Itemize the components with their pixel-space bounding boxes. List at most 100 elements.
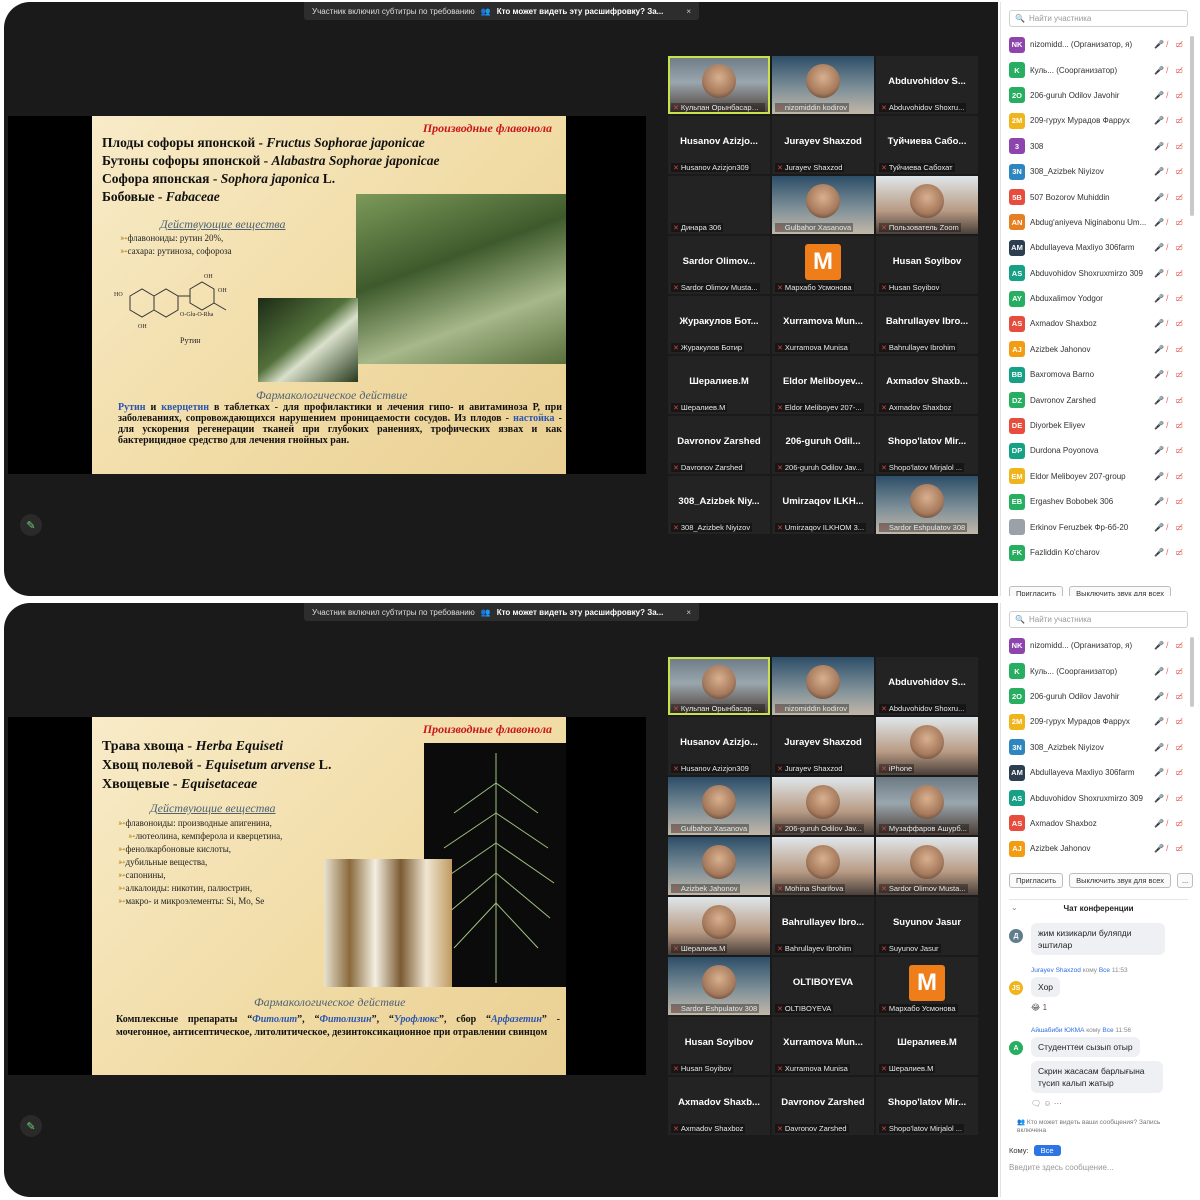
participant-row[interactable]: AS Abduvohidov Shoxruxmirzo 309 🎤̸ ▭̸ [1009, 785, 1186, 810]
participant-row[interactable]: 3N 308_Azizbek Niyizov 🎤̸ ▭̸ [1009, 735, 1186, 760]
mute-all-button[interactable]: Выключить звук для всех [1069, 586, 1171, 596]
video-tile[interactable]: Туйчиева Сабо... ✕ Туйчиева Сабохат [876, 116, 978, 174]
video-tile[interactable]: Suyunov Jasur ✕ Suyunov Jasur [876, 897, 978, 955]
video-tile[interactable]: Eldor Meliboyev... ✕ Eldor Meliboyev 207-.… [772, 356, 874, 414]
mic-camera-off-icon[interactable]: 🎤̸ ▭̸ [1154, 844, 1186, 853]
participant-row[interactable]: 2O 206-guruh Odilov Javohir 🎤̸ ▭̸ [1009, 83, 1186, 108]
video-tile[interactable]: ✕ nizomiddin kodirov [772, 56, 874, 114]
chat-message-actions[interactable]: 🗨 ☺ ⋯ [1031, 1099, 1062, 1108]
video-tile[interactable]: Шералиев.М ✕ Шералиев.М [668, 356, 770, 414]
participant-row[interactable]: EM Eldor Meliboyev 207-group 🎤̸ ▭̸ [1009, 464, 1186, 489]
who-can-see-link[interactable]: Кто может видеть эту расшифровку? За... [497, 608, 664, 617]
participant-row[interactable]: K Куль... (Соорганизатор) 🎤̸ ▭̸ [1009, 57, 1186, 82]
participant-row[interactable]: DE Diyorbek Eliyev 🎤̸ ▭̸ [1009, 413, 1186, 438]
annotate-pencil-icon[interactable]: ✎ [20, 514, 42, 536]
participant-row[interactable]: AM Abdullayeva Maxliyo 306farm 🎤̸ ▭̸ [1009, 760, 1186, 785]
participant-row[interactable]: NK nizomidd... (Организатор, я) 🎤̸ ▭̸ [1009, 633, 1186, 658]
mic-camera-off-icon[interactable]: 🎤̸ ▭̸ [1154, 345, 1186, 354]
video-tile[interactable]: Xurramova Mun... ✕ Xurramova Munisa [772, 296, 874, 354]
video-tile[interactable]: OLTIBOYEVA ✕ OLTIBOYEVA [772, 957, 874, 1015]
video-tile[interactable]: 206-guruh Odil... ✕ 206-guruh Odilov Jav..… [772, 416, 874, 474]
video-tile[interactable]: Shopo'latov Mir... ✕ Shopo'latov Mirjalol … [876, 1077, 978, 1135]
participant-row[interactable]: AM Abdullayeva Maxliyo 306farm 🎤̸ ▭̸ [1009, 235, 1186, 260]
mic-camera-off-icon[interactable]: 🎤̸ ▭̸ [1154, 193, 1186, 202]
mic-camera-off-icon[interactable]: 🎤̸ ▭̸ [1154, 641, 1186, 650]
mute-all-button[interactable]: Выключить звук для всех [1069, 873, 1171, 888]
mic-camera-off-icon[interactable]: 🎤̸ ▭̸ [1154, 794, 1186, 803]
chat-reaction[interactable]: 😂 1 [1031, 1003, 1047, 1012]
mic-camera-off-icon[interactable]: 🎤̸ ▭̸ [1154, 218, 1186, 227]
video-tile[interactable]: Abduvohidov S... ✕ Abduvohidov Shoxru... [876, 657, 978, 715]
participant-list-scrollbar[interactable] [1190, 637, 1194, 707]
mic-camera-off-icon[interactable]: 🎤̸ ▭̸ [1154, 243, 1186, 252]
video-tile[interactable]: ✕ Музаффаров Ашурб... [876, 777, 978, 835]
mic-camera-off-icon[interactable]: 🎤̸ ▭̸ [1154, 142, 1186, 151]
mic-camera-off-icon[interactable]: 🎤̸ ▭̸ [1154, 446, 1186, 455]
mic-camera-off-icon[interactable]: 🎤̸ ▭̸ [1154, 66, 1186, 75]
participant-row[interactable]: 2O 206-guruh Odilov Javohir 🎤̸ ▭̸ [1009, 684, 1186, 709]
mic-camera-off-icon[interactable]: 🎤̸ ▭̸ [1154, 768, 1186, 777]
mic-camera-off-icon[interactable]: 🎤̸ ▭̸ [1154, 40, 1186, 49]
mic-camera-off-icon[interactable]: 🎤̸ ▭̸ [1154, 294, 1186, 303]
participant-row[interactable]: 5B 507 Bozorov Muhiddin 🎤̸ ▭̸ [1009, 184, 1186, 209]
video-tile[interactable]: ✕ Sardor Olimov Musta... [876, 837, 978, 895]
video-tile[interactable]: Umirzaqov ILKH... ✕ Umirzaqov ILKHOM 3... [772, 476, 874, 534]
mic-camera-off-icon[interactable]: 🎤̸ ▭̸ [1154, 667, 1186, 676]
mic-camera-off-icon[interactable]: 🎤̸ ▭̸ [1154, 370, 1186, 379]
participant-row[interactable]: DP Durdona Poyonova 🎤̸ ▭̸ [1009, 438, 1186, 463]
participant-row[interactable]: AS Axmadov Shaxboz 🎤̸ ▭̸ [1009, 311, 1186, 336]
participant-row[interactable]: Erkinov Feruzbek Фр-6б-20 🎤̸ ▭̸ [1009, 514, 1186, 539]
participant-row[interactable]: 2M 209-гурух Мурадов Фаррух 🎤̸ ▭̸ [1009, 108, 1186, 133]
video-tile[interactable]: Shopo'latov Mir... ✕ Shopo'latov Mirjalol … [876, 416, 978, 474]
video-tile[interactable]: ✕ Gulbahor Xasanova [772, 176, 874, 234]
chevron-down-icon[interactable]: ⌄ [1011, 903, 1018, 912]
video-tile[interactable]: ✕ Кульпан Орынбасарова [668, 56, 770, 114]
video-tile[interactable]: ✕ Sardor Eshpulatov 308 [668, 957, 770, 1015]
more-options-button[interactable]: ... [1176, 873, 1194, 888]
video-tile[interactable]: Bahrullayev Ibro... ✕ Bahrullayev Ibrohim [876, 296, 978, 354]
video-tile[interactable]: Axmadov Shaxb... ✕ Axmadov Shaxboz [668, 1077, 770, 1135]
participant-list-scrollbar[interactable] [1190, 36, 1194, 216]
video-tile[interactable]: ✕ Шералиев.М [668, 897, 770, 955]
video-tile[interactable]: ✕ Mohina Sharifova [772, 837, 874, 895]
participant-row[interactable]: AS Axmadov Shaxboz 🎤̸ ▭̸ [1009, 811, 1186, 836]
participant-row[interactable]: AJ Azizbek Jahonov 🎤̸ ▭̸ [1009, 337, 1186, 362]
mic-camera-off-icon[interactable]: 🎤̸ ▭̸ [1154, 167, 1186, 176]
video-tile[interactable]: ✕ Кульпан Орынбасарова [668, 657, 770, 715]
video-tile[interactable]: ✕ Gulbahor Xasanova [668, 777, 770, 835]
participant-row[interactable]: DZ Davronov Zarshed 🎤̸ ▭̸ [1009, 387, 1186, 412]
video-tile[interactable]: Davronov Zarshed ✕ Davronov Zarshed [668, 416, 770, 474]
participant-row[interactable]: 3N 308_Azizbek Niyizov 🎤̸ ▭̸ [1009, 159, 1186, 184]
mic-camera-off-icon[interactable]: 🎤̸ ▭̸ [1154, 396, 1186, 405]
mic-camera-off-icon[interactable]: 🎤̸ ▭̸ [1154, 497, 1186, 506]
mic-camera-off-icon[interactable]: 🎤̸ ▭̸ [1154, 91, 1186, 100]
participant-search-input[interactable]: 🔍 Найти участника [1009, 10, 1188, 27]
mic-camera-off-icon[interactable]: 🎤̸ ▭̸ [1154, 319, 1186, 328]
video-tile[interactable]: Davronov Zarshed ✕ Davronov Zarshed [772, 1077, 874, 1135]
mic-camera-off-icon[interactable]: 🎤̸ ▭̸ [1154, 472, 1186, 481]
video-tile[interactable]: ✕ iPhone [876, 717, 978, 775]
mic-camera-off-icon[interactable]: 🎤̸ ▭̸ [1154, 743, 1186, 752]
participant-row[interactable]: 2M 209-гурух Мурадов Фаррух 🎤̸ ▭̸ [1009, 709, 1186, 734]
annotate-pencil-icon[interactable]: ✎ [20, 1115, 42, 1137]
video-tile[interactable]: Jurayev Shaxzod ✕ Jurayev Shaxzod [772, 717, 874, 775]
video-tile[interactable]: Husan Soyibov ✕ Husan Soyibov [668, 1017, 770, 1075]
mic-camera-off-icon[interactable]: 🎤̸ ▭̸ [1154, 421, 1186, 430]
mic-camera-off-icon[interactable]: 🎤̸ ▭̸ [1154, 523, 1186, 532]
video-tile[interactable]: Axmadov Shaxb... ✕ Axmadov Shaxboz [876, 356, 978, 414]
close-icon[interactable]: × [686, 608, 691, 617]
participant-row[interactable]: K Куль... (Соорганизатор) 🎤̸ ▭̸ [1009, 658, 1186, 683]
video-tile[interactable]: Jurayev Shaxzod ✕ Jurayev Shaxzod [772, 116, 874, 174]
video-tile[interactable]: Журакулов Бот... ✕ Журакулов Ботир [668, 296, 770, 354]
close-icon[interactable]: × [686, 7, 691, 16]
chat-message-input[interactable]: Введите здесь сообщение... [1009, 1163, 1188, 1172]
mic-camera-off-icon[interactable]: 🎤̸ ▭̸ [1154, 692, 1186, 701]
participant-row[interactable]: AN Abdug'aniyeva Niginabonu Um... 🎤̸ ▭̸ [1009, 210, 1186, 235]
participant-search-input[interactable]: 🔍 Найти участника [1009, 611, 1188, 628]
mic-camera-off-icon[interactable]: 🎤̸ ▭̸ [1154, 819, 1186, 828]
video-tile[interactable]: ✕ Azizbek Jahonov [668, 837, 770, 895]
mic-camera-off-icon[interactable]: 🎤̸ ▭̸ [1154, 548, 1186, 557]
video-tile[interactable]: ✕ Sardor Eshpulatov 308 [876, 476, 978, 534]
video-tile[interactable]: Husanov Azizjo... ✕ Husanov Azizjon309 [668, 717, 770, 775]
video-tile[interactable]: M ✕ Мархабо Усмонова [876, 957, 978, 1015]
